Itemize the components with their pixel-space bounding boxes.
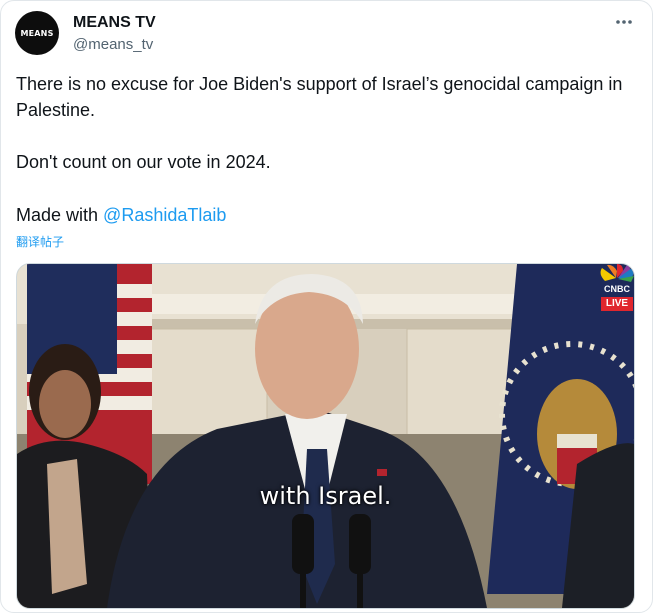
avatar[interactable]: MEANS <box>15 11 59 55</box>
video-media[interactable]: CNBC LIVE with Israel. <box>16 263 635 609</box>
video-frame <box>17 264 634 608</box>
author-handle[interactable]: @means_tv <box>73 36 153 53</box>
live-badge: LIVE <box>601 297 633 311</box>
mention-link[interactable]: @RashidaTlaib <box>103 205 226 225</box>
tweet-paragraph-1: There is no excuse for Joe Biden's suppo… <box>16 74 623 120</box>
made-with-text: Made with <box>16 205 104 225</box>
translate-post-link[interactable]: 翻译帖子 <box>16 233 64 250</box>
tweet-paragraph-3: Made with @RashidaTlaib <box>16 202 641 228</box>
tweet-paragraph-2: Don't count on our vote in 2024. <box>16 152 271 172</box>
cnbc-logo-label: CNBC <box>604 284 630 294</box>
more-dots-icon[interactable] <box>613 13 635 31</box>
avatar-logo-text: MEANS <box>20 28 54 38</box>
video-caption: with Israel. <box>259 482 392 510</box>
author-name[interactable]: MEANS TV <box>73 14 156 32</box>
tweet-card: MEANS MEANS TV @means_tv There is no exc… <box>0 0 653 613</box>
